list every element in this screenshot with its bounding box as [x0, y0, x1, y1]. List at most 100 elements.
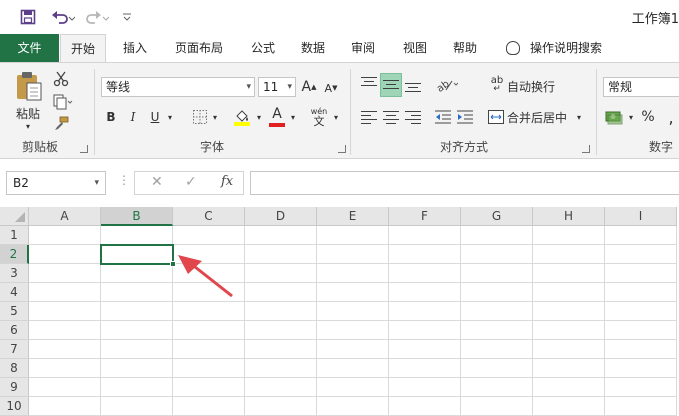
orientation-icon[interactable]: ab: [436, 76, 458, 94]
cell-f9[interactable]: [389, 378, 461, 397]
merge-dropdown-icon[interactable]: ▾: [574, 109, 584, 125]
cell-g5[interactable]: [461, 302, 533, 321]
column-header-f[interactable]: F: [389, 207, 461, 226]
align-top-icon[interactable]: [361, 77, 377, 89]
name-box-dropdown-icon[interactable]: ▾: [94, 172, 99, 194]
font-size-dropdown-icon[interactable]: ▾: [287, 78, 292, 96]
cell-g10[interactable]: [461, 397, 533, 416]
cell-b6[interactable]: [101, 321, 173, 340]
cell-f5[interactable]: [389, 302, 461, 321]
cell-h2[interactable]: [533, 245, 605, 264]
name-box[interactable]: B2 ▾: [6, 171, 106, 195]
cell-b4[interactable]: [101, 283, 173, 302]
tab-page-layout[interactable]: 页面布局: [166, 34, 232, 62]
cell-i2[interactable]: [605, 245, 677, 264]
cell-h3[interactable]: [533, 264, 605, 283]
row-header-9[interactable]: 9: [0, 378, 29, 397]
cell-g6[interactable]: [461, 321, 533, 340]
cell-i6[interactable]: [605, 321, 677, 340]
clipboard-icon[interactable]: [10, 69, 46, 103]
cell-i5[interactable]: [605, 302, 677, 321]
row-header-5[interactable]: 5: [0, 302, 29, 321]
cell-a1[interactable]: [29, 226, 101, 245]
comma-style-icon[interactable]: ,: [664, 107, 678, 127]
column-header-e[interactable]: E: [317, 207, 389, 226]
insert-function-icon[interactable]: fx: [221, 174, 233, 189]
format-painter-icon[interactable]: [52, 115, 70, 133]
column-header-c[interactable]: C: [173, 207, 245, 226]
decrease-indent-icon[interactable]: [434, 108, 452, 126]
cell-a7[interactable]: [29, 340, 101, 359]
cell-a6[interactable]: [29, 321, 101, 340]
cell-b1[interactable]: [101, 226, 173, 245]
row-header-2[interactable]: 2: [0, 245, 29, 264]
cell-a2[interactable]: [29, 245, 101, 264]
cell-d6[interactable]: [245, 321, 317, 340]
cell-d9[interactable]: [245, 378, 317, 397]
cell-h7[interactable]: [533, 340, 605, 359]
wrap-text-icon[interactable]: ab ↵: [487, 75, 507, 95]
cell-c9[interactable]: [173, 378, 245, 397]
cell-d4[interactable]: [245, 283, 317, 302]
cell-c8[interactable]: [173, 359, 245, 378]
cell-e10[interactable]: [317, 397, 389, 416]
tell-me-search[interactable]: 操作说明搜索: [506, 34, 602, 62]
cell-d10[interactable]: [245, 397, 317, 416]
italic-button[interactable]: I: [125, 107, 141, 127]
cell-e1[interactable]: [317, 226, 389, 245]
cell-g8[interactable]: [461, 359, 533, 378]
cell-e4[interactable]: [317, 283, 389, 302]
cell-c6[interactable]: [173, 321, 245, 340]
cell-i4[interactable]: [605, 283, 677, 302]
cell-h1[interactable]: [533, 226, 605, 245]
cell-e8[interactable]: [317, 359, 389, 378]
alignment-launcher-icon[interactable]: [582, 145, 590, 153]
tab-home[interactable]: 开始: [60, 34, 106, 63]
tab-insert[interactable]: 插入: [112, 34, 158, 62]
undo-icon[interactable]: [50, 7, 76, 27]
cell-f1[interactable]: [389, 226, 461, 245]
cell-a5[interactable]: [29, 302, 101, 321]
merge-center-button[interactable]: 合并后居中: [507, 108, 571, 126]
column-header-d[interactable]: D: [245, 207, 317, 226]
phonetic-guide-icon[interactable]: wén 文: [308, 105, 330, 129]
font-color-icon[interactable]: A: [268, 106, 286, 128]
column-header-b[interactable]: B: [101, 207, 173, 226]
cell-c7[interactable]: [173, 340, 245, 359]
cell-a9[interactable]: [29, 378, 101, 397]
cell-a10[interactable]: [29, 397, 101, 416]
fill-color-dropdown-icon[interactable]: ▾: [254, 109, 264, 125]
cell-b8[interactable]: [101, 359, 173, 378]
cell-e7[interactable]: [317, 340, 389, 359]
cell-a3[interactable]: [29, 264, 101, 283]
column-header-i[interactable]: I: [605, 207, 677, 226]
formula-input[interactable]: [250, 171, 679, 195]
cell-d8[interactable]: [245, 359, 317, 378]
cut-icon[interactable]: [52, 70, 70, 88]
enter-icon[interactable]: ✓: [185, 174, 197, 190]
cell-g2[interactable]: [461, 245, 533, 264]
row-header-8[interactable]: 8: [0, 359, 29, 378]
cell-f2[interactable]: [389, 245, 461, 264]
accounting-format-icon[interactable]: [604, 107, 626, 127]
cell-b5[interactable]: [101, 302, 173, 321]
cell-d2[interactable]: [245, 245, 317, 264]
merge-center-icon[interactable]: [487, 108, 505, 126]
cell-c10[interactable]: [173, 397, 245, 416]
cell-e5[interactable]: [317, 302, 389, 321]
increase-indent-icon[interactable]: [456, 108, 474, 126]
clipboard-launcher-icon[interactable]: [80, 145, 88, 153]
align-left-icon[interactable]: [361, 111, 377, 127]
align-right-icon[interactable]: [405, 111, 421, 127]
accounting-dropdown-icon[interactable]: ▾: [626, 109, 636, 125]
phonetic-dropdown-icon[interactable]: ▾: [331, 109, 341, 125]
row-header-4[interactable]: 4: [0, 283, 29, 302]
cell-g7[interactable]: [461, 340, 533, 359]
cell-b7[interactable]: [101, 340, 173, 359]
tab-formulas[interactable]: 公式: [240, 34, 286, 62]
cell-i3[interactable]: [605, 264, 677, 283]
cell-d3[interactable]: [245, 264, 317, 283]
borders-icon[interactable]: [191, 108, 209, 126]
cell-h5[interactable]: [533, 302, 605, 321]
cell-a4[interactable]: [29, 283, 101, 302]
